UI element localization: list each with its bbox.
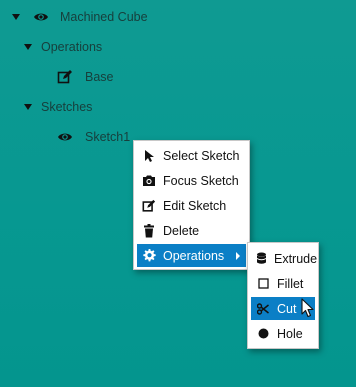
menu-item-fillet[interactable]: Fillet bbox=[251, 272, 315, 295]
menu-item-label: Extrude bbox=[274, 251, 318, 266]
expand-caret-icon[interactable] bbox=[24, 44, 32, 50]
menu-item-select-sketch[interactable]: Select Sketch bbox=[137, 144, 246, 167]
trash-icon bbox=[142, 223, 156, 238]
edit-icon[interactable] bbox=[57, 69, 73, 85]
tree-label-sketches: Sketches bbox=[41, 100, 93, 114]
tree-node-operations[interactable]: Operations bbox=[24, 37, 102, 57]
eye-icon[interactable] bbox=[33, 9, 49, 25]
menu-item-label: Focus Sketch bbox=[163, 173, 239, 188]
expand-caret-icon[interactable] bbox=[24, 104, 32, 110]
submenu-arrow-icon bbox=[236, 252, 240, 260]
context-menu: Select Sketch Focus Sketch Edit Sketch D… bbox=[133, 140, 250, 270]
expand-caret-icon[interactable] bbox=[12, 14, 20, 20]
menu-item-focus-sketch[interactable]: Focus Sketch bbox=[137, 169, 246, 192]
cursor-arrow-icon bbox=[142, 149, 156, 163]
menu-item-label: Select Sketch bbox=[163, 148, 240, 163]
operations-submenu: Extrude Fillet Cut Hole bbox=[247, 242, 319, 349]
menu-item-label: Delete bbox=[163, 223, 200, 238]
scissors-icon bbox=[256, 302, 270, 316]
menu-item-label: Fillet bbox=[277, 276, 304, 291]
menu-item-label: Operations bbox=[163, 248, 225, 263]
menu-item-label: Hole bbox=[277, 326, 303, 341]
tree-node-sketches[interactable]: Sketches bbox=[24, 97, 92, 117]
menu-item-hole[interactable]: Hole bbox=[251, 322, 315, 345]
gear-icon bbox=[142, 249, 156, 263]
menu-item-operations[interactable]: Operations bbox=[137, 244, 246, 267]
tree-node-machined-cube[interactable]: Machined Cube bbox=[12, 7, 148, 27]
tree-label-base: Base bbox=[85, 70, 114, 84]
menu-item-extrude[interactable]: Extrude bbox=[251, 247, 318, 270]
mouse-cursor-icon bbox=[301, 298, 315, 318]
tree-label-operations: Operations bbox=[41, 40, 103, 54]
edit-icon bbox=[142, 199, 156, 213]
filled-circle-icon bbox=[256, 327, 270, 341]
eye-icon[interactable] bbox=[57, 129, 73, 145]
tree-label-sketch1: Sketch1 bbox=[85, 130, 131, 144]
database-icon bbox=[256, 252, 267, 266]
menu-item-label: Cut bbox=[277, 301, 297, 316]
tree-node-base[interactable]: Base bbox=[57, 67, 114, 87]
menu-item-delete[interactable]: Delete bbox=[137, 219, 246, 242]
tree-label-root: Machined Cube bbox=[60, 10, 148, 24]
camera-icon bbox=[142, 174, 156, 188]
menu-item-edit-sketch[interactable]: Edit Sketch bbox=[137, 194, 246, 217]
square-outline-icon bbox=[256, 277, 270, 291]
menu-item-label: Edit Sketch bbox=[163, 198, 227, 213]
tree-node-sketch1[interactable]: Sketch1 bbox=[57, 127, 130, 147]
